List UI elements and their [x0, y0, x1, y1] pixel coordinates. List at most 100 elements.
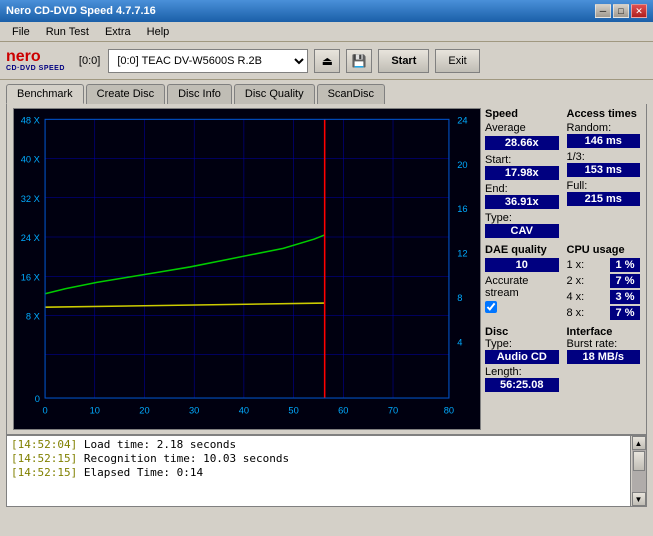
menu-extra[interactable]: Extra	[97, 24, 139, 40]
svg-text:8 X: 8 X	[26, 312, 40, 322]
log-line-1: [14:52:15] Recognition time: 10.03 secon…	[11, 452, 626, 465]
main-content: 48 X 40 X 32 X 24 X 16 X 8 X 0 24 20 16 …	[7, 104, 646, 434]
log-scrollbar: ▲ ▼	[630, 436, 646, 506]
svg-text:16: 16	[457, 204, 467, 214]
svg-text:40: 40	[239, 406, 249, 416]
svg-text:48 X: 48 X	[21, 115, 40, 125]
tab-disc-quality[interactable]: Disc Quality	[234, 84, 315, 104]
scroll-up-button[interactable]: ▲	[632, 436, 646, 450]
dae-title: DAE quality	[485, 244, 559, 256]
accurate-label: Accurate stream	[485, 275, 559, 299]
cpu-4x-value: 3 %	[610, 290, 640, 304]
speed-type-value: CAV	[485, 224, 559, 238]
log-timestamp-1: [14:52:15]	[11, 452, 77, 465]
cpu-2x-value: 7 %	[610, 274, 640, 288]
dae-value: 10	[485, 258, 559, 272]
svg-text:10: 10	[90, 406, 100, 416]
cpu-title: CPU usage	[567, 244, 641, 256]
speed-average-value: 28.66x	[485, 136, 559, 150]
chart-svg: 48 X 40 X 32 X 24 X 16 X 8 X 0 24 20 16 …	[14, 109, 480, 429]
interface-title: Interface	[567, 326, 641, 338]
svg-text:60: 60	[338, 406, 348, 416]
svg-text:24: 24	[457, 115, 467, 125]
svg-text:32 X: 32 X	[21, 194, 40, 204]
speed-section: Speed Average 28.66x Start: 17.98x End: …	[485, 108, 559, 238]
maximize-button[interactable]: □	[613, 4, 629, 18]
speed-end-value: 36.91x	[485, 195, 559, 209]
svg-text:50: 50	[288, 406, 298, 416]
svg-text:70: 70	[388, 406, 398, 416]
tab-bar: Benchmark Create Disc Disc Info Disc Qua…	[0, 80, 653, 104]
drive-selector[interactable]: [0:0] TEAC DV-W5600S R.2B	[108, 49, 308, 73]
tab-benchmark[interactable]: Benchmark	[6, 84, 84, 104]
svg-text:24 X: 24 X	[21, 233, 40, 243]
disc-length-label: Length:	[485, 366, 559, 378]
log-timestamp-2: [14:52:15]	[11, 466, 77, 479]
accurate-stream-checkbox[interactable]	[485, 301, 497, 313]
svg-text:8: 8	[457, 293, 462, 303]
tab-disc-info[interactable]: Disc Info	[167, 84, 232, 104]
access-full-label: Full:	[567, 180, 641, 192]
speed-average-label: Average	[485, 122, 559, 134]
start-button[interactable]: Start	[378, 49, 429, 73]
menu-file[interactable]: File	[4, 24, 38, 40]
right-panel: Speed Average 28.66x Start: 17.98x End: …	[485, 108, 640, 430]
disc-section: Disc Type: Audio CD Length: 56:25.08	[485, 326, 559, 392]
access-full-value: 215 ms	[567, 192, 641, 206]
menu-help[interactable]: Help	[139, 24, 178, 40]
svg-text:80: 80	[444, 406, 454, 416]
tab-scandisc[interactable]: ScanDisc	[317, 84, 385, 104]
svg-text:20: 20	[457, 160, 467, 170]
burst-rate-value: 18 MB/s	[567, 350, 641, 364]
window-controls: ─ □ ✕	[595, 4, 647, 18]
logo: nero CD·DVD SPEED	[6, 49, 65, 72]
drive-label: [0:0]	[79, 55, 100, 67]
speed-end-label: End:	[485, 183, 559, 195]
speed-title: Speed	[485, 108, 559, 120]
disc-length-value: 56:25.08	[485, 378, 559, 392]
window-title: Nero CD-DVD Speed 4.7.7.16	[6, 5, 156, 17]
log-text-2: Elapsed Time: 0:14	[84, 466, 203, 479]
minimize-button[interactable]: ─	[595, 4, 611, 18]
scroll-track[interactable]	[632, 450, 646, 492]
close-button[interactable]: ✕	[631, 4, 647, 18]
cpu-4x-label: 4 x:	[567, 291, 585, 303]
svg-text:4: 4	[457, 337, 462, 347]
logo-nero: nero	[6, 49, 65, 65]
cpu-section: CPU usage 1 x: 1 % 2 x: 7 % 4 x: 3 % 8	[567, 244, 641, 320]
speed-start-label: Start:	[485, 154, 559, 166]
access-third-label: 1/3:	[567, 151, 641, 163]
svg-text:30: 30	[189, 406, 199, 416]
svg-text:40 X: 40 X	[21, 155, 40, 165]
title-bar: Nero CD-DVD Speed 4.7.7.16 ─ □ ✕	[0, 0, 653, 22]
disc-title: Disc	[485, 326, 559, 338]
scroll-thumb	[633, 451, 645, 471]
exit-button[interactable]: Exit	[435, 49, 479, 73]
speed-start-value: 17.98x	[485, 166, 559, 180]
svg-text:0: 0	[35, 394, 40, 404]
svg-text:16 X: 16 X	[21, 272, 40, 282]
log-line-2: [14:52:15] Elapsed Time: 0:14	[11, 466, 626, 479]
save-button[interactable]: 💾	[346, 49, 372, 73]
cpu-2x-label: 2 x:	[567, 275, 585, 287]
svg-text:0: 0	[42, 406, 47, 416]
access-random-label: Random:	[567, 122, 641, 134]
cpu-8x-value: 7 %	[610, 306, 640, 320]
access-random-value: 146 ms	[567, 134, 641, 148]
cpu-8x-label: 8 x:	[567, 307, 585, 319]
disc-type-label: Type:	[485, 338, 559, 350]
access-title: Access times	[567, 108, 641, 120]
tab-create-disc[interactable]: Create Disc	[86, 84, 165, 104]
menu-run-test[interactable]: Run Test	[38, 24, 97, 40]
access-section: Access times Random: 146 ms 1/3: 153 ms …	[567, 108, 641, 238]
toolbar: nero CD·DVD SPEED [0:0] [0:0] TEAC DV-W5…	[0, 42, 653, 80]
burst-rate-label: Burst rate:	[567, 338, 641, 350]
log-line-0: [14:52:04] Load time: 2.18 seconds	[11, 438, 626, 451]
svg-text:12: 12	[457, 249, 467, 259]
scroll-down-button[interactable]: ▼	[632, 492, 646, 506]
chart-area: 48 X 40 X 32 X 24 X 16 X 8 X 0 24 20 16 …	[13, 108, 481, 430]
menu-bar: File Run Test Extra Help	[0, 22, 653, 42]
eject-button[interactable]: ⏏	[314, 49, 340, 73]
interface-section: Interface Burst rate: 18 MB/s	[567, 326, 641, 392]
log-timestamp-0: [14:52:04]	[11, 438, 77, 451]
